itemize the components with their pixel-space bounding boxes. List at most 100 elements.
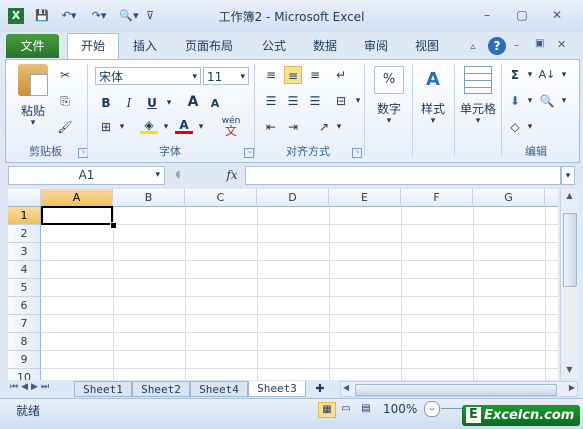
align-right-icon[interactable]: ☰ <box>306 92 324 110</box>
fill-dropdown-icon[interactable]: ▾ <box>521 92 539 110</box>
number-button[interactable]: 数字 <box>369 100 409 117</box>
column-header[interactable]: D <box>257 189 329 207</box>
select-all-corner[interactable] <box>8 189 41 207</box>
page-layout-view-icon[interactable]: ▭ <box>338 402 354 416</box>
align-left-icon[interactable]: ☰ <box>262 92 280 110</box>
autosum-dropdown-icon[interactable]: ▾ <box>521 66 539 84</box>
page-break-view-icon[interactable]: ▤ <box>358 402 374 416</box>
scrollbar-thumb[interactable] <box>563 213 577 287</box>
fill-handle[interactable] <box>110 222 117 229</box>
orientation-dropdown-icon[interactable]: ▾ <box>330 118 348 136</box>
tab-page-layout[interactable]: 页面布局 <box>176 34 242 58</box>
font-color-button[interactable]: A <box>175 116 193 134</box>
underline-button[interactable]: U <box>143 94 161 112</box>
align-middle-icon[interactable]: ≡ <box>284 66 302 84</box>
clear-dropdown-icon[interactable]: ▾ <box>521 118 539 136</box>
column-header[interactable]: A <box>41 189 113 207</box>
column-header[interactable] <box>545 189 558 207</box>
increase-indent-icon[interactable]: ⇥ <box>284 118 302 136</box>
collapse-ribbon-icon[interactable]: ▵ <box>466 40 480 54</box>
paste-dropdown-icon[interactable]: ▾ <box>26 118 40 128</box>
format-painter-icon[interactable]: 🖌 <box>56 118 74 136</box>
workbook-minimize-icon[interactable]: – <box>514 40 526 51</box>
grow-font-button[interactable]: A <box>184 93 202 111</box>
align-top-icon[interactable]: ≡ <box>262 66 280 84</box>
fill-color-icon[interactable]: ◈ <box>140 116 158 134</box>
paste-icon[interactable] <box>18 64 48 96</box>
styles-button[interactable]: 样式 <box>413 100 453 117</box>
workbook-close-icon[interactable]: ✕ <box>557 38 569 51</box>
sheet-tab-sheet1[interactable]: Sheet1 <box>74 381 132 397</box>
restore-button[interactable]: ▢ <box>511 6 533 24</box>
styles-icon[interactable]: A <box>420 66 446 94</box>
scroll-left-icon[interactable]: ◀ <box>343 383 349 392</box>
font-size-combo[interactable]: 11 ▾ <box>203 67 249 85</box>
styles-dropdown-icon[interactable]: ▾ <box>426 116 440 126</box>
find-select-dropdown-icon[interactable]: ▾ <box>555 92 573 110</box>
number-dropdown-icon[interactable]: ▾ <box>382 116 396 126</box>
workbook-restore-icon[interactable]: ▣ <box>535 38 547 49</box>
tab-data[interactable]: 数据 <box>305 34 345 58</box>
horizontal-scrollbar[interactable]: ◀ ▶ <box>340 381 578 397</box>
zoom-level[interactable]: 100% <box>383 402 417 416</box>
column-header[interactable]: F <box>401 189 473 207</box>
row-header[interactable]: 4 <box>8 261 41 279</box>
normal-view-icon[interactable]: ▦ <box>318 402 336 418</box>
formula-input[interactable] <box>245 166 561 185</box>
tab-insert[interactable]: 插入 <box>125 34 165 58</box>
row-header[interactable]: 2 <box>8 225 41 243</box>
name-box[interactable]: A1 ▾ <box>8 166 165 185</box>
formula-bar-expand-icon[interactable]: ▾ <box>561 166 575 185</box>
insert-function-icon[interactable]: fx <box>222 166 242 185</box>
font-name-combo[interactable]: 宋体 ▾ <box>95 67 201 85</box>
row-header[interactable]: 9 <box>8 351 41 369</box>
insert-sheet-icon[interactable]: ✚ <box>311 381 329 397</box>
wrap-text-icon[interactable]: ↵ <box>332 66 350 84</box>
sort-filter-icon[interactable]: A↓ <box>538 66 556 84</box>
scroll-up-icon[interactable]: ▲ <box>563 191 576 201</box>
vertical-scrollbar[interactable]: ▲ ▼ <box>560 189 578 379</box>
number-format-icon[interactable]: % <box>374 66 404 94</box>
tab-review[interactable]: 审阅 <box>356 34 396 58</box>
cells-dropdown-icon[interactable]: ▾ <box>471 116 485 126</box>
active-cell-a1[interactable] <box>41 206 113 225</box>
column-header[interactable]: C <box>185 189 257 207</box>
align-bottom-icon[interactable]: ≡ <box>306 66 324 84</box>
shrink-font-button[interactable]: A <box>206 95 224 113</box>
row-header[interactable]: 5 <box>8 279 41 297</box>
close-button[interactable]: ✕ <box>546 6 568 24</box>
fill-color-dropdown-icon[interactable]: ▾ <box>157 118 175 136</box>
cells-button[interactable]: 单元格 <box>457 100 499 117</box>
row-header[interactable]: 6 <box>8 297 41 315</box>
paste-button[interactable]: 粘贴 <box>13 102 53 119</box>
sort-filter-dropdown-icon[interactable]: ▾ <box>555 66 573 84</box>
row-header[interactable]: 3 <box>8 243 41 261</box>
formula-expand-icon[interactable]: ◖ <box>172 167 184 183</box>
cut-icon[interactable]: ✂ <box>56 66 74 84</box>
tab-view[interactable]: 视图 <box>407 34 447 58</box>
minimize-button[interactable]: – <box>476 6 498 24</box>
phonetic-guide-button[interactable]: wén 文 <box>218 116 244 137</box>
merge-center-icon[interactable]: ⊟ <box>332 92 350 110</box>
border-dropdown-icon[interactable]: ▾ <box>113 118 131 136</box>
sheet-tab-sheet4[interactable]: Sheet4 <box>190 381 248 397</box>
row-header[interactable]: 1 <box>8 207 41 225</box>
row-header[interactable]: 8 <box>8 333 41 351</box>
bold-button[interactable]: B <box>97 94 115 112</box>
font-launcher-icon[interactable]: ↘ <box>244 148 254 158</box>
underline-dropdown-icon[interactable]: ▾ <box>160 94 178 112</box>
hscroll-thumb[interactable] <box>355 384 557 396</box>
decrease-indent-icon[interactable]: ⇤ <box>262 118 280 136</box>
worksheet-grid[interactable]: A B C D E F G 1 2 3 4 5 6 7 8 9 10 <box>8 189 558 380</box>
row-header[interactable]: 7 <box>8 315 41 333</box>
sheet-navigation-icon[interactable]: ⏮◀▶⏭ <box>10 382 70 392</box>
column-header[interactable]: G <box>473 189 545 207</box>
sheet-tab-sheet3[interactable]: Sheet3 <box>248 381 306 397</box>
scroll-right-icon[interactable]: ▶ <box>569 383 575 392</box>
find-select-icon[interactable]: 🔍 <box>538 92 556 110</box>
zoom-out-icon[interactable]: – <box>424 401 440 417</box>
italic-button[interactable]: I <box>120 94 138 112</box>
tab-formulas[interactable]: 公式 <box>254 34 294 58</box>
align-center-icon[interactable]: ☰ <box>284 92 302 110</box>
column-header[interactable]: B <box>113 189 185 207</box>
